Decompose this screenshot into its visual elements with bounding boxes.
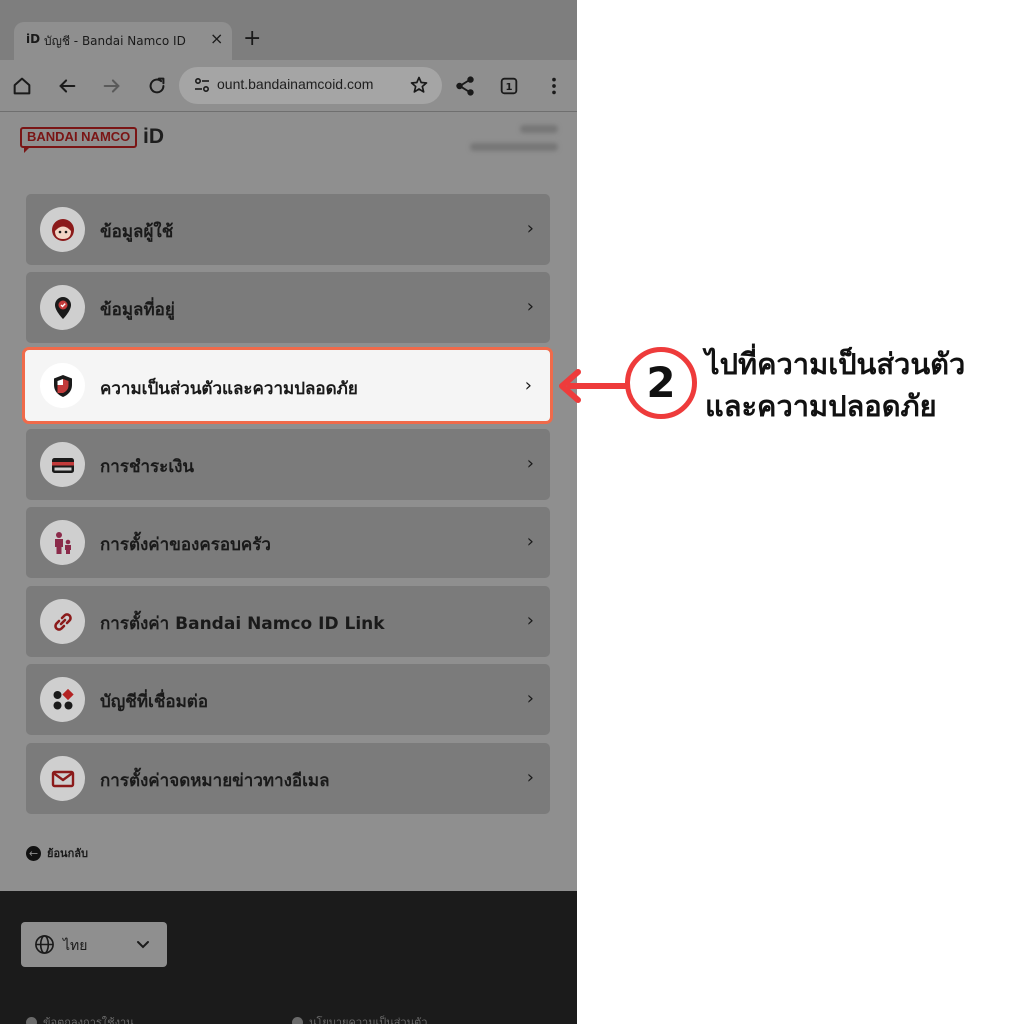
site-settings-icon[interactable] <box>193 76 211 94</box>
chevron-right-icon: › <box>526 453 534 474</box>
instruction-line-2: และความปลอดภัย <box>705 389 937 423</box>
credit-card-icon <box>40 442 85 487</box>
menu-item-label: การตั้งค่าจดหมายข่าวทางอีเมล <box>100 771 330 791</box>
chevron-right-icon: › <box>526 767 534 788</box>
menu-item-label: การตั้งค่า Bandai Namco ID Link <box>100 614 385 634</box>
menu-item-address[interactable]: ข้อมูลที่อยู่ › <box>26 272 550 343</box>
chevron-right-icon: › <box>526 296 534 317</box>
phone-screen: iD บัญชี - Bandai Namco ID × + ount.band… <box>0 0 577 1024</box>
menu-item-label: ความเป็นส่วนตัวและความปลอดภัย <box>100 379 358 399</box>
logo-speech-tail <box>24 147 30 153</box>
step-number: 2 <box>646 358 676 407</box>
home-icon[interactable] <box>10 74 34 98</box>
browser-toolbar: ount.bandainamcoid.com 1 <box>0 60 577 112</box>
menu-item-label: บัญชีที่เชื่อมต่อ <box>100 692 209 712</box>
more-menu-icon[interactable] <box>542 74 566 98</box>
url-text: ount.bandainamcoid.com <box>217 76 374 92</box>
menu-item-payment[interactable]: การชำระเงิน › <box>26 429 550 500</box>
arrow-circle-icon <box>292 1016 303 1024</box>
tab-favicon-icon: iD <box>26 32 41 46</box>
step-number-badge: 2 <box>625 347 697 419</box>
menu-item-label: ข้อมูลที่อยู่ <box>100 300 175 320</box>
instruction-line-1: ไปที่ความเป็นส่วนตัว <box>705 347 966 381</box>
account-info-blurred[interactable] <box>468 121 560 155</box>
location-pin-icon <box>40 285 85 330</box>
menu-item-id-link[interactable]: การตั้งค่า Bandai Namco ID Link › <box>26 586 550 657</box>
logo-id-text: iD <box>143 125 164 148</box>
menu-item-user-info[interactable]: ข้อมูลผู้ใช้ › <box>26 194 550 265</box>
tab-switcher-icon[interactable]: 1 <box>497 74 521 98</box>
mail-icon <box>40 756 85 801</box>
browser-tab[interactable]: iD บัญชี - Bandai Namco ID × <box>14 22 232 60</box>
globe-icon <box>35 935 54 954</box>
family-icon <box>40 520 85 565</box>
footer-link-privacy[interactable]: นโยบายความเป็นส่วนตัว <box>292 1013 427 1024</box>
arrow-circle-icon <box>26 1016 37 1024</box>
chevron-right-icon: › <box>526 218 534 239</box>
tab-title: บัญชี - Bandai Namco ID <box>44 34 186 48</box>
user-face-icon <box>40 207 85 252</box>
tab-strip: iD บัญชี - Bandai Namco ID × + <box>0 0 577 60</box>
language-label: ไทย <box>63 938 88 954</box>
forward-arrow-icon[interactable] <box>100 74 124 98</box>
menu-item-label: ข้อมูลผู้ใช้ <box>100 222 174 242</box>
address-bar[interactable]: ount.bandainamcoid.com <box>179 67 442 104</box>
star-icon[interactable] <box>409 75 429 95</box>
footer-link-terms[interactable]: ข้อตกลงการใช้งาน <box>26 1013 134 1024</box>
pointer-arrow-icon <box>559 369 633 403</box>
chevron-right-icon: › <box>526 610 534 631</box>
language-select[interactable]: ไทย <box>21 922 167 967</box>
tab-count: 1 <box>505 82 512 93</box>
chevron-right-icon: › <box>526 531 534 552</box>
connected-accounts-icon <box>40 677 85 722</box>
menu-item-privacy-security[interactable]: ความเป็นส่วนตัวและความปลอดภัย › <box>22 347 553 424</box>
menu-item-label: การชำระเงิน <box>100 457 195 477</box>
instruction-text: ไปที่ความเป็นส่วนตัว และความปลอดภัย <box>705 343 1024 427</box>
menu-item-label: การตั้งค่าของครอบครัว <box>100 535 271 555</box>
back-arrow-circle-icon: ← <box>26 845 41 861</box>
tab-close-icon[interactable]: × <box>210 29 223 48</box>
new-tab-icon[interactable]: + <box>243 26 261 52</box>
account-page: BANDAI NAMCO iD ข้อมูลผู้ใช้ › ข้อมูลที่… <box>0 113 577 891</box>
chevron-right-icon: › <box>526 688 534 709</box>
reload-icon[interactable] <box>145 74 169 98</box>
back-label: ย้อนกลับ <box>47 847 88 860</box>
footer-link-label: ข้อตกลงการใช้งาน <box>43 1016 134 1024</box>
share-icon[interactable] <box>453 74 477 98</box>
back-link[interactable]: ← ย้อนกลับ <box>26 844 88 862</box>
chevron-right-icon: › <box>524 375 532 396</box>
shield-icon <box>40 363 85 408</box>
menu-item-family-settings[interactable]: การตั้งค่าของครอบครัว › <box>26 507 550 578</box>
footer-link-label: นโยบายความเป็นส่วนตัว <box>309 1016 428 1024</box>
chevron-down-icon <box>137 941 149 949</box>
link-icon <box>40 599 85 644</box>
back-arrow-icon[interactable] <box>55 74 79 98</box>
page-footer: ไทย ข้อตกลงการใช้งาน นโยบายความเป็นส่วนต… <box>0 891 577 1024</box>
menu-item-newsletter[interactable]: การตั้งค่าจดหมายข่าวทางอีเมล › <box>26 743 550 814</box>
menu-item-connected-accounts[interactable]: บัญชีที่เชื่อมต่อ › <box>26 664 550 735</box>
logo-wordmark: BANDAI NAMCO <box>20 127 138 148</box>
